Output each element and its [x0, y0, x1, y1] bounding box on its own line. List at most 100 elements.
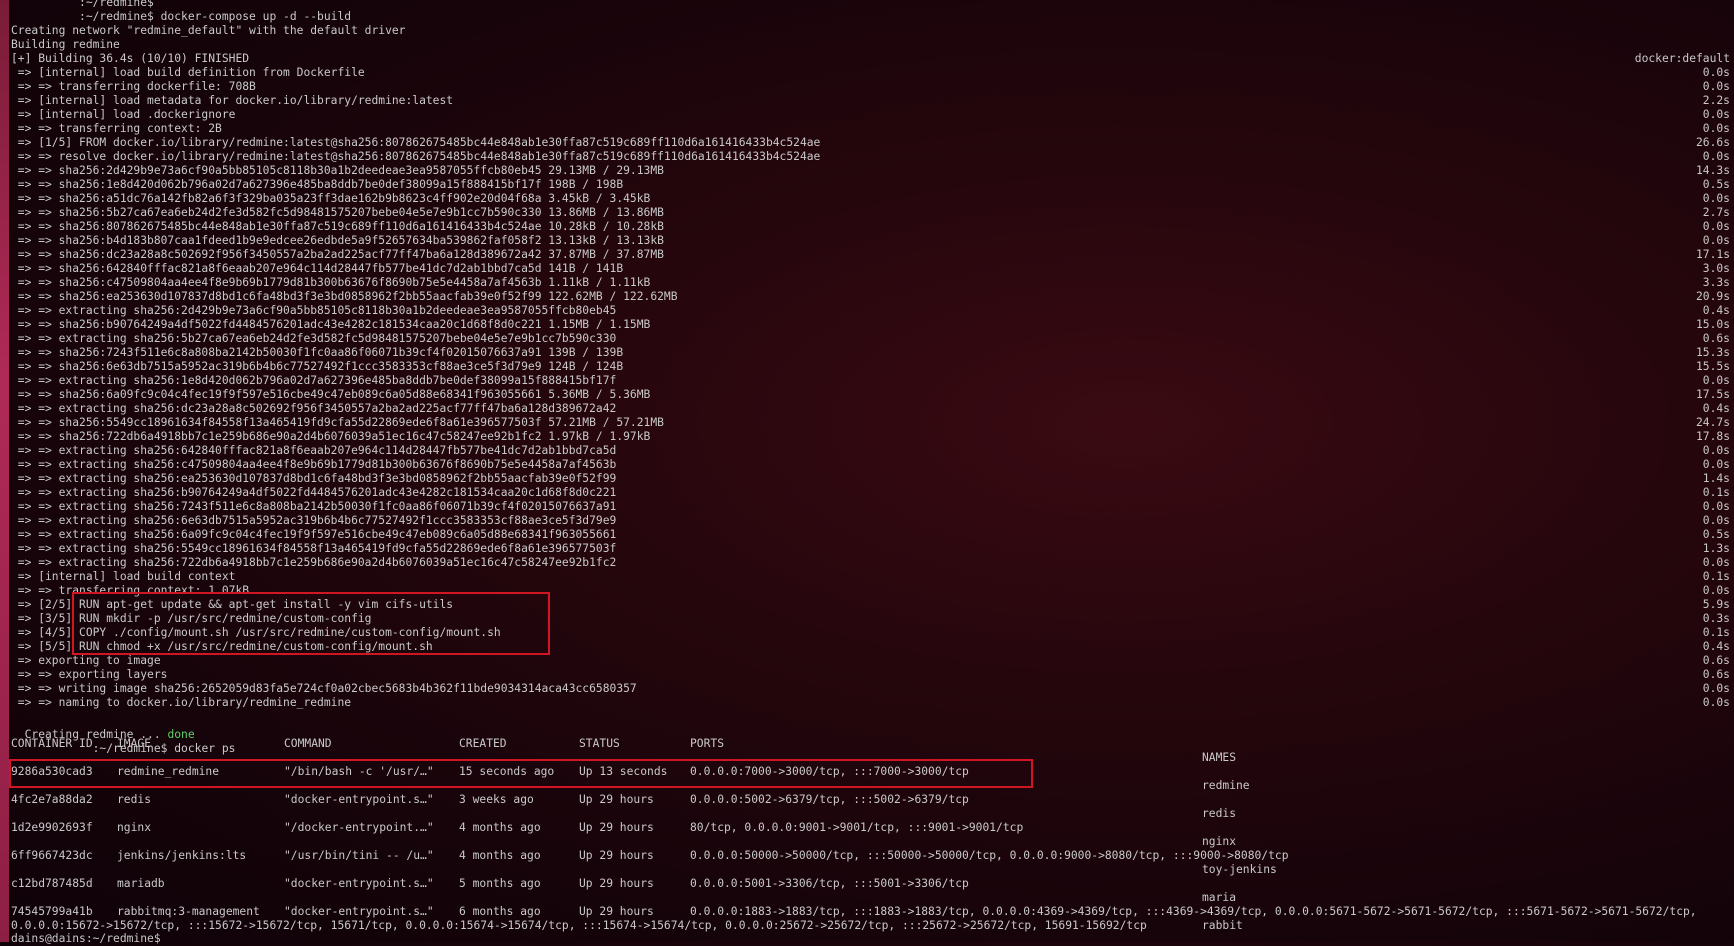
terminal-line: => => transferring context: 2B 0.0s [11, 122, 1732, 136]
terminal-line: => [internal] load .dockerignore 0.0s [11, 108, 1732, 122]
terminal-line: => => extracting sha256:642840fffac821a8… [11, 444, 1732, 458]
line-text: => => naming to docker.io/library/redmin… [11, 696, 352, 709]
line-time: 0.0s [1702, 696, 1730, 709]
creating-redmine-line: Creating redmine ... done [11, 714, 195, 741]
terminal-line: => => sha256:5b27ca67ea6eb24d2fe3d582fc5… [11, 206, 1732, 220]
table-row: 4fc2e7a88da2 redis "docker-entrypoint.s…" 3… [11, 793, 1732, 807]
line-text: => => sha256:c47509804aa4ee4f8e9b69b1779… [11, 276, 651, 289]
cell-name: maria [1202, 891, 1237, 904]
highlight-box-redmine-row [9, 759, 1033, 788]
line-time: 0.0s [1702, 122, 1730, 135]
terminal-line: => => sha256:2d429b9e73a6cf90a5bb85105c8… [11, 164, 1732, 178]
terminal-line: => => extracting sha256:2d429b9e73a6cf90… [11, 304, 1732, 318]
line-time: 0.0s [1702, 514, 1730, 527]
cell-command: "docker-entrypoint.s…" [284, 793, 434, 806]
line-text: => => extracting sha256:6a09fc9c04c4fec1… [11, 528, 617, 541]
terminal-line: => exporting to image 0.6s [11, 654, 1732, 668]
line-time: 15.0s [1695, 318, 1730, 331]
line-text: => => sha256:6e63db7515a5952ac319b6b4b6c… [11, 360, 624, 373]
line-text: => => sha256:b90764249a4df5022fd44845762… [11, 318, 651, 331]
line-text: => [1/5] FROM docker.io/library/redmine:… [11, 136, 821, 149]
line-text: => => sha256:2d429b9e73a6cf90a5bb85105c8… [11, 164, 664, 177]
terminal-line: => => extracting sha256:ea253630d107837d… [11, 472, 1732, 486]
cell-command: "docker-entrypoint.s…" [284, 877, 434, 890]
cell-image: jenkins/jenkins:lts [117, 849, 247, 862]
cell-command: "/usr/bin/tini -- /u…" [284, 849, 434, 862]
line-time: 1.4s [1702, 472, 1730, 485]
line-text: => => sha256:6a09fc9c04c4fec19f9f597e516… [11, 388, 651, 401]
line-time: 0.5s [1702, 528, 1730, 541]
cell-image: mariadb [117, 877, 165, 890]
terminal-line: => => extracting sha256:5549cc18961634f8… [11, 542, 1732, 556]
cell-created: 5 months ago [459, 877, 541, 890]
ps-header-row: CONTAINER ID IMAGE COMMAND CREATED STATU… [11, 737, 1732, 751]
line-time: 0.0s [1702, 220, 1730, 233]
line-time: 0.1s [1702, 486, 1730, 499]
line-time: 0.6s [1702, 332, 1730, 345]
cell-name: toy-jenkins [1202, 863, 1277, 876]
cell-container-id: 1d2e9902693f [11, 821, 93, 834]
line-time: 0.0s [1702, 80, 1730, 93]
names-cell-row: redis [11, 807, 1732, 821]
terminal-line: Building redmine [11, 38, 1732, 52]
line-text: => => extracting sha256:6e63db7515a5952a… [11, 514, 617, 527]
table-row: 1d2e9902693f nginx "/docker-entrypoint.…" 4… [11, 821, 1732, 835]
terminal-line: :~/redmine$ [11, 0, 1732, 10]
cell-ports: 0.0.0.0:5002->6379/tcp, :::5002->6379/tc… [690, 793, 969, 806]
line-text: => => writing image sha256:2652059d83fa5… [11, 682, 637, 695]
line-time: 0.3s [1702, 612, 1730, 625]
line-text: => => extracting sha256:ea253630d107837d… [11, 472, 617, 485]
terminal-line: => => writing image sha256:2652059d83fa5… [11, 682, 1732, 696]
terminal-line: => => sha256:6e63db7515a5952ac319b6b4b6c… [11, 360, 1732, 374]
cell-name: redis [1202, 807, 1237, 820]
line-text: => => resolve docker.io/library/redmine:… [11, 150, 821, 163]
terminal-line: => [internal] load build context 0.1s [11, 570, 1732, 584]
terminal-line: => => sha256:7243f511e6c8a808ba2142b5003… [11, 346, 1732, 360]
line-time: 0.0s [1702, 234, 1730, 247]
terminal-line: => => sha256:b90764249a4df5022fd44845762… [11, 318, 1732, 332]
terminal-line: => [internal] load metadata for docker.i… [11, 94, 1732, 108]
terminal-line: => => sha256:6a09fc9c04c4fec19f9f597e516… [11, 388, 1732, 402]
cell-name: nginx [1202, 835, 1237, 848]
cell-ports: 80/tcp, 0.0.0.0:9001->9001/tcp, :::9001-… [690, 821, 1024, 834]
line-time: 14.3s [1695, 164, 1730, 177]
cell-ports: 0.0.0.0:50000->50000/tcp, :::50000->5000… [690, 849, 1289, 862]
line-text: => => extracting sha256:722db6a4918bb7c1… [11, 556, 617, 569]
line-text: :~/redmine$ [11, 0, 154, 9]
line-text: => => extracting sha256:1e8d420d062b796a… [11, 374, 617, 387]
line-time: 17.5s [1695, 388, 1730, 401]
cell-command: "docker-entrypoint.s…" [284, 905, 434, 918]
line-time: 0.4s [1702, 402, 1730, 415]
line-text: => => exporting layers [11, 668, 168, 681]
header-names: NAMES [1202, 751, 1237, 764]
line-text: Creating network "redmine_default" with … [11, 24, 406, 37]
names-cell-row: nginx [11, 835, 1732, 849]
line-text: => => sha256:a51dc76a142fb82a6f3f329ba03… [11, 192, 651, 205]
cell-status: Up 29 hours [579, 877, 654, 890]
cell-status: Up 29 hours [579, 849, 654, 862]
terminal-line: => => extracting sha256:c47509804aa4ee4f… [11, 458, 1732, 472]
line-time: 0.0s [1702, 584, 1730, 597]
terminal-line: => => sha256:ea253630d107837d8bd1c6fa48b… [11, 290, 1732, 304]
line-time: 0.6s [1702, 654, 1730, 667]
terminal-line: [+] Building 36.4s (10/10) FINISHED docke… [11, 52, 1732, 66]
cell-status: Up 29 hours [579, 793, 654, 806]
cell-name: rabbit [1202, 919, 1243, 932]
terminal-line: => => extracting sha256:b90764249a4df502… [11, 486, 1732, 500]
terminal-line: => => naming to docker.io/library/redmin… [11, 696, 1732, 710]
line-time: 0.0s [1702, 500, 1730, 513]
line-time: 0.6s [1702, 668, 1730, 681]
terminal-line: => [internal] load build definition from… [11, 66, 1732, 80]
cell-status: Up 29 hours [579, 905, 654, 918]
line-text: => => sha256:dc23a28a8c502692f956f345055… [11, 248, 664, 261]
line-time: 15.5s [1695, 360, 1730, 373]
window-edge-bar [0, 0, 9, 942]
line-text: => => sha256:642840fffac821a8f6eaab207e9… [11, 262, 624, 275]
terminal-line: => => extracting sha256:dc23a28a8c502692… [11, 402, 1732, 416]
table-row: 74545799a41b rabbitmq:3-management "docker… [11, 905, 1732, 919]
line-text: => => sha256:7243f511e6c8a808ba2142b5003… [11, 346, 624, 359]
line-time: 0.0s [1702, 150, 1730, 163]
line-time: 0.0s [1702, 374, 1730, 387]
line-text: => => extracting sha256:642840fffac821a8… [11, 444, 617, 457]
terminal-line: => => exporting layers 0.6s [11, 668, 1732, 682]
